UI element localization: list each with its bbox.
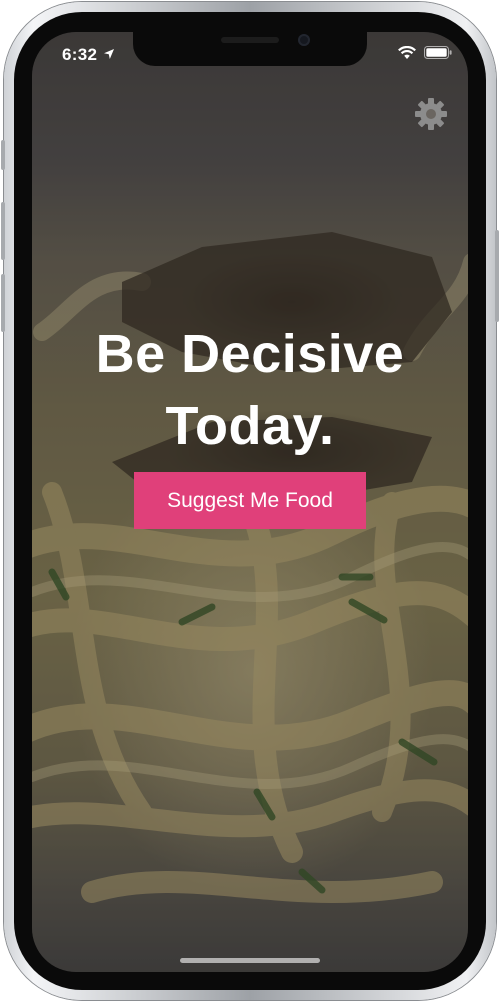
suggest-food-button[interactable]: Suggest Me Food [134, 472, 366, 529]
wifi-icon [398, 46, 416, 59]
gear-icon[interactable] [414, 97, 448, 131]
mute-switch [1, 140, 5, 170]
status-time: 6:32 [62, 45, 98, 64]
location-arrow-icon [104, 49, 114, 59]
page-title: Be Decisive Today. [0, 318, 500, 462]
volume-up-button [1, 202, 5, 260]
front-camera [298, 34, 310, 46]
home-indicator [180, 958, 320, 963]
headline-line-2: Today. [165, 396, 335, 456]
battery-icon [424, 46, 452, 59]
headline-line-1: Be Decisive [95, 324, 405, 384]
speaker-grille [221, 37, 279, 43]
notch [133, 28, 367, 66]
power-button [495, 230, 499, 322]
